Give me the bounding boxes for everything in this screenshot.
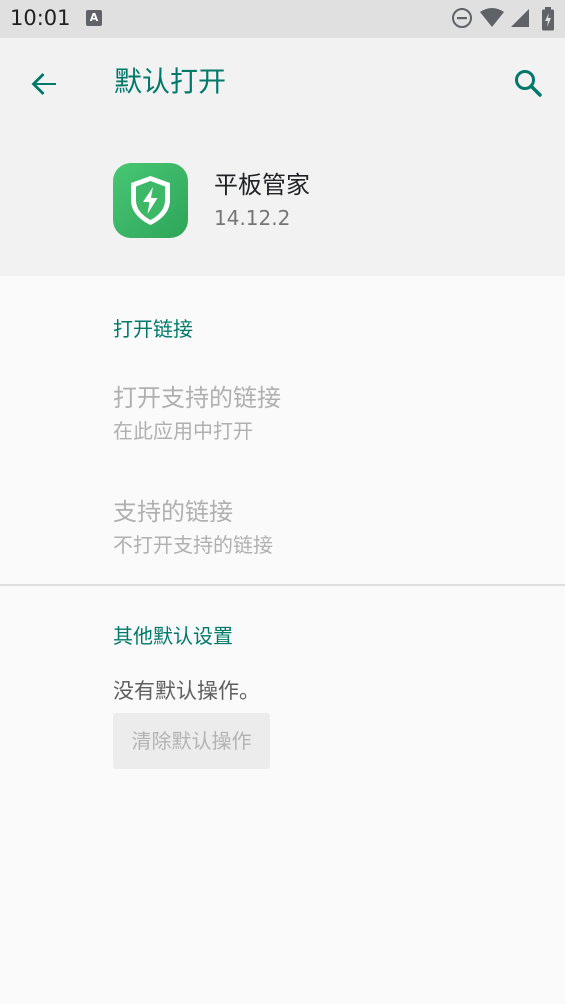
app-name: 平板管家 — [214, 171, 310, 199]
page-title: 默认打开 — [114, 65, 227, 98]
open-supported-links-item[interactable]: 打开支持的链接 在此应用中打开 — [0, 381, 565, 471]
no-default-actions-text: 没有默认操作。 — [113, 679, 260, 703]
search-button[interactable] — [507, 62, 551, 106]
section-divider — [0, 584, 565, 586]
notification-a-icon: A — [86, 10, 102, 26]
battery-icon — [542, 7, 554, 31]
open-links-header: 打开链接 — [113, 317, 193, 341]
arrow-left-icon — [31, 73, 56, 95]
app-version: 14.12.2 — [214, 206, 291, 230]
back-button[interactable] — [22, 62, 66, 106]
status-time: 10:01 — [10, 6, 71, 30]
clear-defaults-button[interactable]: 清除默认操作 — [113, 713, 270, 769]
do-not-disturb-icon — [452, 8, 472, 28]
wifi-icon — [480, 8, 504, 27]
open-supported-links-summary: 在此应用中打开 — [113, 419, 253, 443]
supported-links-title: 支持的链接 — [113, 498, 233, 526]
search-icon — [515, 70, 542, 97]
other-defaults-header: 其他默认设置 — [113, 624, 233, 648]
status-bar: 10:01 A — [0, 0, 565, 38]
supported-links-item[interactable]: 支持的链接 不打开支持的链接 — [0, 495, 565, 585]
supported-links-summary: 不打开支持的链接 — [113, 533, 273, 557]
app-header-area: 默认打开 平板管家 14.12.2 — [0, 38, 565, 276]
signal-icon — [511, 9, 529, 27]
shield-bolt-icon — [131, 176, 170, 225]
open-supported-links-title: 打开支持的链接 — [113, 384, 281, 412]
app-icon — [113, 163, 188, 238]
